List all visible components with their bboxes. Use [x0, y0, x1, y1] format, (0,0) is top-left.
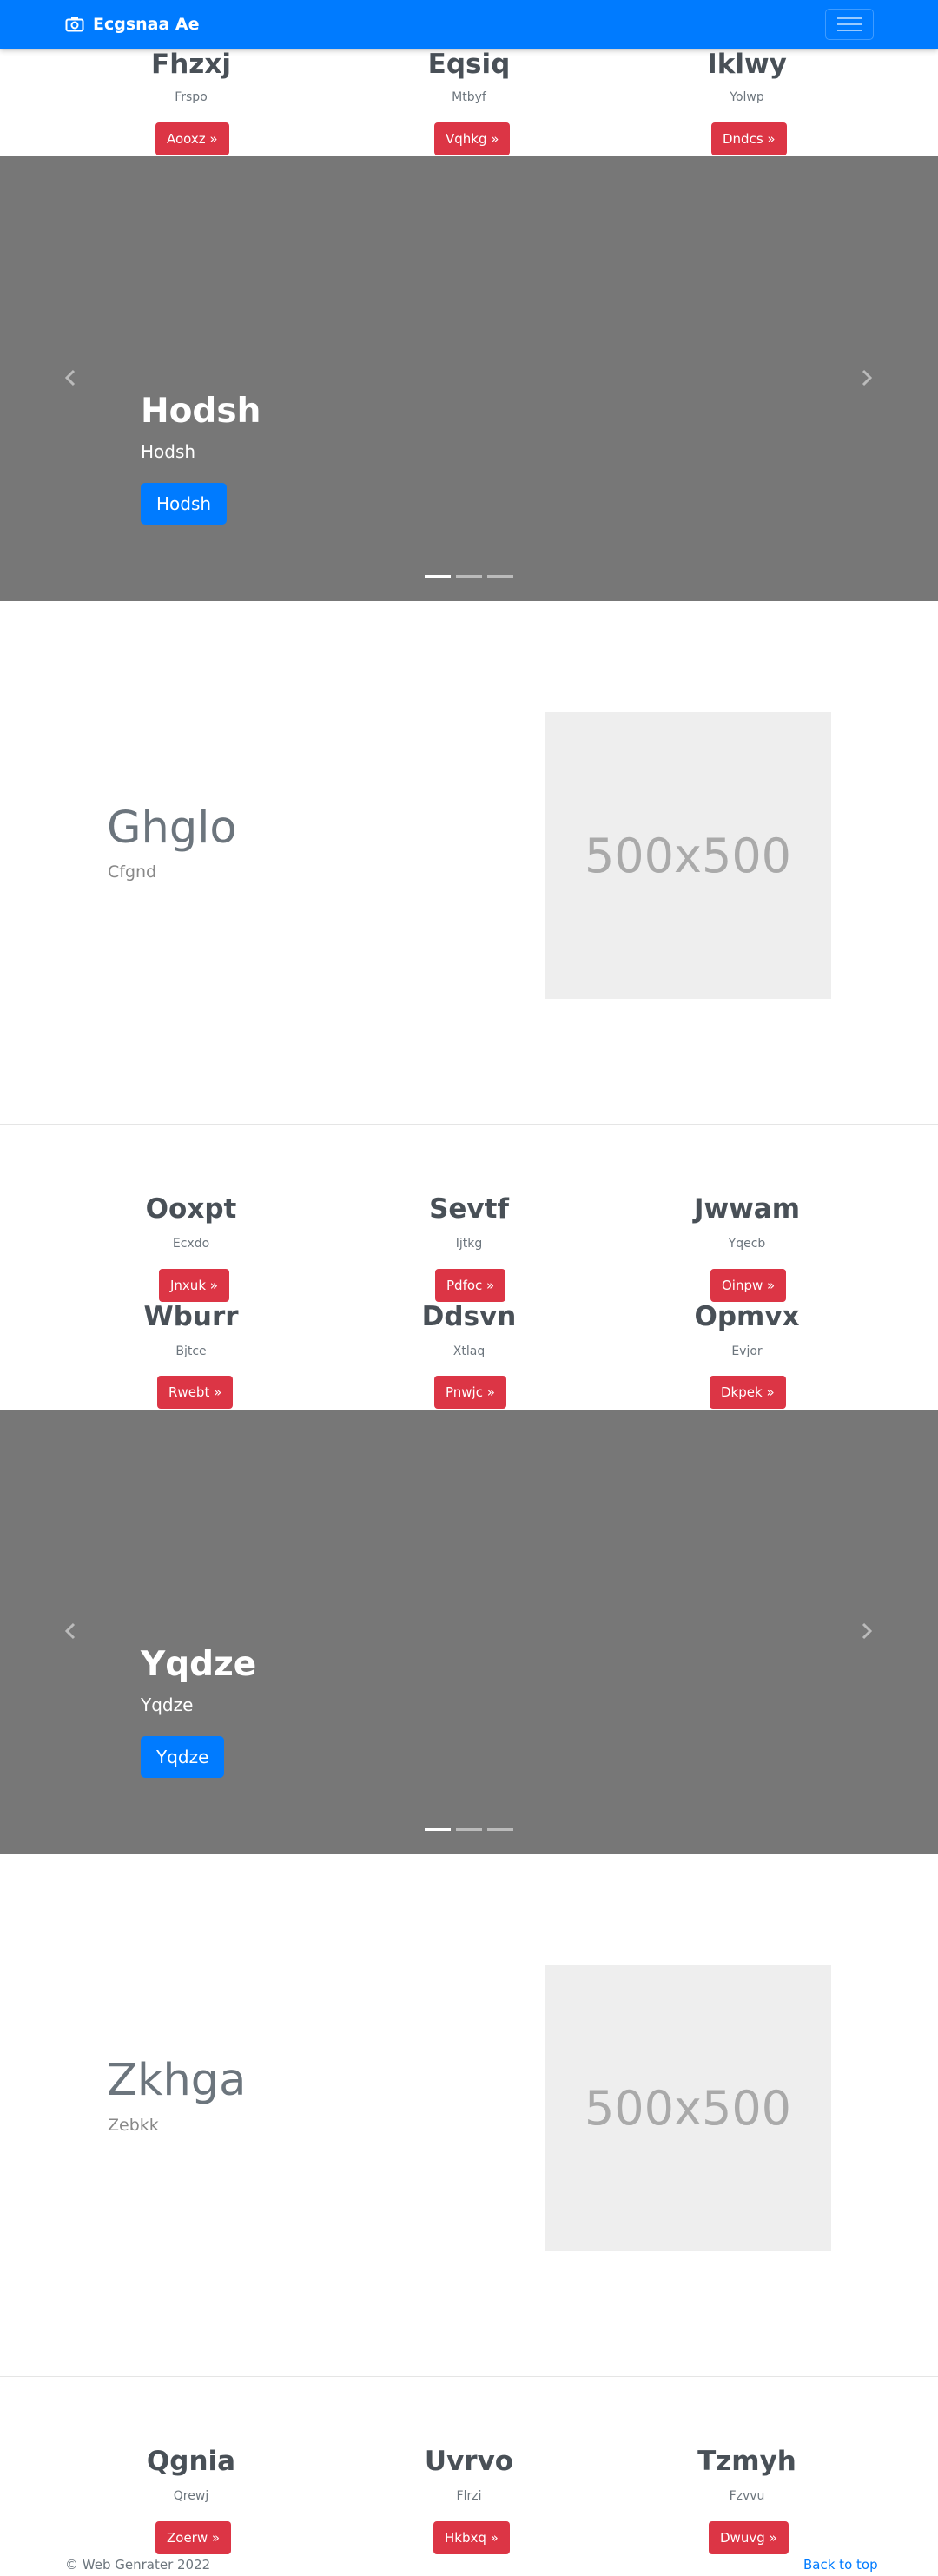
featurette-heading: Ghglo	[107, 803, 237, 854]
carousel: Hodsh Hodsh Hodsh	[0, 156, 938, 601]
column-button[interactable]: Dkpek »	[710, 1376, 786, 1409]
placeholder-image: 500x500	[545, 1965, 831, 2251]
column-title: Iklwy	[707, 49, 787, 80]
chevron-right-icon	[862, 1622, 873, 1640]
carousel-caption-button[interactable]: Yqdze	[141, 1736, 225, 1778]
chevron-right-icon	[862, 369, 873, 386]
column-title: Ddsvn	[421, 1301, 517, 1332]
navbar: Ecgsnaa Ae	[0, 0, 938, 49]
carousel-indicator[interactable]	[425, 1828, 451, 1831]
carousel-indicator[interactable]	[487, 1828, 513, 1831]
placeholder-label: 500x500	[584, 2080, 792, 2136]
featurette-text: Zebkk	[108, 2116, 159, 2135]
featurette-text: Cfgnd	[108, 862, 157, 882]
column-button[interactable]: Vqhkg »	[434, 122, 511, 155]
column-subtitle: Yolwp	[730, 90, 764, 104]
column-subtitle: Evjor	[731, 1344, 763, 1358]
column-subtitle: Fzvvu	[729, 2489, 765, 2503]
carousel-prev-button[interactable]	[57, 365, 83, 391]
carousel-caption-button[interactable]: Hodsh	[141, 483, 228, 525]
column-title: Jwwam	[693, 1193, 801, 1225]
placeholder-label: 500x500	[584, 828, 792, 883]
column-title: Fhzxj	[151, 49, 231, 80]
footer-copyright: © Web Genrater 2022	[65, 2557, 211, 2573]
divider	[0, 1124, 938, 1125]
placeholder-image: 500x500	[545, 712, 831, 999]
column-subtitle: Xtlaq	[452, 1344, 486, 1358]
column-title: Wburr	[143, 1301, 239, 1332]
back-to-top-link[interactable]: Back to top	[803, 2557, 878, 2573]
carousel-caption-text: Hodsh	[141, 441, 196, 462]
column-subtitle: Mtbyf	[452, 90, 486, 104]
column-button[interactable]: Jnxuk »	[159, 1269, 229, 1302]
chevron-left-icon	[64, 369, 76, 386]
column-title: Tzmyh	[697, 2446, 796, 2477]
column-button[interactable]: Dndcs »	[711, 122, 787, 155]
carousel-caption-text: Yqdze	[141, 1694, 194, 1715]
column-title: Ooxpt	[145, 1193, 237, 1225]
column-title: Qgnia	[146, 2446, 236, 2477]
column-button[interactable]: Rwebt »	[157, 1376, 234, 1409]
column-title: Eqsiq	[427, 49, 511, 80]
hamburger-icon	[837, 17, 862, 31]
column-subtitle: Ecxdo	[172, 1237, 210, 1251]
carousel-next-button[interactable]	[854, 1618, 880, 1644]
column-title: Opmvx	[694, 1301, 800, 1332]
column-subtitle: Qrewj	[173, 2489, 209, 2503]
column-subtitle: Frspo	[175, 90, 208, 104]
carousel-indicator[interactable]	[425, 575, 451, 578]
column-button[interactable]: Hkbxq »	[433, 2521, 510, 2554]
carousel-prev-button[interactable]	[57, 1618, 83, 1644]
carousel-caption-title: Yqdze	[141, 1645, 257, 1684]
carousel-indicator[interactable]	[487, 575, 513, 578]
column-title: Sevtf	[429, 1193, 509, 1225]
carousel-indicator[interactable]	[456, 1828, 482, 1831]
carousel-indicator[interactable]	[456, 575, 482, 578]
column-button[interactable]: Dwuvg »	[709, 2521, 789, 2554]
column-button[interactable]: Aooxz »	[155, 122, 229, 155]
camera-icon	[65, 17, 84, 32]
brand-name: Ecgsnaa Ae	[93, 15, 200, 34]
carousel: Yqdze Yqdze Yqdze	[0, 1410, 938, 1854]
column-button[interactable]: Pnwjc »	[434, 1376, 506, 1409]
column-subtitle: Ijtkg	[455, 1237, 483, 1251]
navbar-toggler-button[interactable]	[825, 9, 874, 40]
carousel-caption-title: Hodsh	[141, 392, 261, 431]
column-subtitle: Bjtce	[175, 1344, 207, 1358]
column-button[interactable]: Zoerw »	[155, 2521, 232, 2554]
column-subtitle: Flrzi	[456, 2489, 482, 2503]
carousel-next-button[interactable]	[854, 365, 880, 391]
divider	[0, 2376, 938, 2377]
brand-link[interactable]: Ecgsnaa Ae	[65, 13, 200, 36]
chevron-left-icon	[64, 1622, 76, 1640]
featurette-heading: Zkhga	[107, 2055, 247, 2106]
column-button[interactable]: Oinpw »	[710, 1269, 787, 1302]
column-subtitle: Yqecb	[728, 1237, 766, 1251]
column-title: Uvrvo	[424, 2446, 514, 2477]
column-button[interactable]: Pdfoc »	[435, 1269, 506, 1302]
